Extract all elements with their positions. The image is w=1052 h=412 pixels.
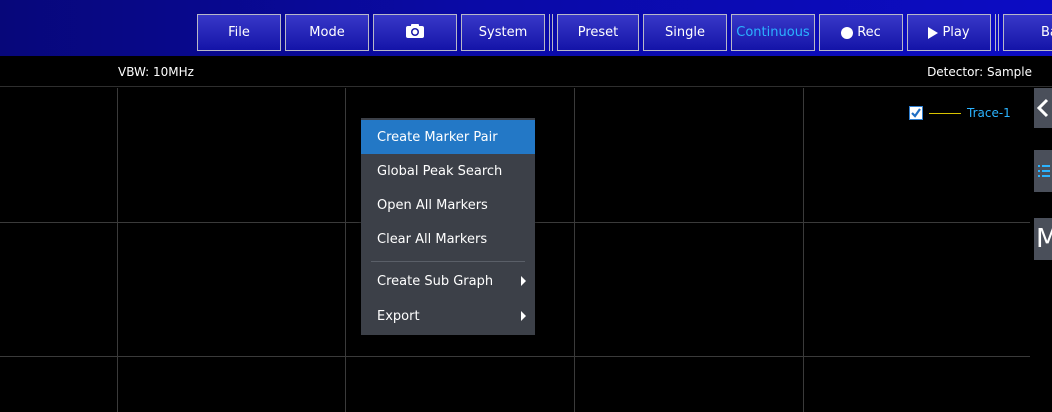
preset-label: Preset [577, 25, 619, 40]
trace-checkbox[interactable] [909, 106, 923, 120]
toolbar: File Mode System Preset Single Continuou… [0, 0, 1052, 56]
grid-line [0, 356, 1030, 357]
preset-button[interactable]: Preset [557, 14, 639, 51]
status-bar: VBW: 10MHz Detector: Sample [0, 59, 1052, 87]
camera-icon [405, 23, 425, 43]
trace-legend: Trace-1 [909, 106, 1011, 120]
context-menu: Create Marker Pair Global Peak Search Op… [361, 118, 535, 335]
checkmark-icon [911, 108, 921, 118]
toolbar-separator [995, 14, 999, 51]
submenu-arrow-icon [521, 311, 526, 321]
marker-tab-label: M [1036, 224, 1052, 254]
screenshot-button[interactable] [373, 14, 457, 51]
continuous-label: Continuous [736, 25, 810, 40]
play-label: Play [942, 25, 970, 40]
menu-item-create-marker-pair[interactable]: Create Marker Pair [361, 120, 535, 154]
system-label: System [478, 25, 528, 40]
system-button[interactable]: System [461, 14, 545, 51]
mode-button[interactable]: Mode [285, 14, 369, 51]
trace-line-swatch [929, 112, 961, 114]
detector-readout: Detector: Sample [927, 65, 1032, 79]
menu-item-global-peak-search[interactable]: Global Peak Search [361, 154, 535, 188]
rec-button[interactable]: Rec [819, 14, 903, 51]
record-dot-icon [841, 26, 854, 39]
grid-line [803, 88, 804, 412]
mode-label: Mode [309, 25, 345, 40]
toolbar-separator [549, 14, 553, 51]
vbw-readout: VBW: 10MHz [118, 65, 194, 79]
continuous-button[interactable]: Continuous [731, 14, 815, 51]
menu-item-clear-all-markers[interactable]: Clear All Markers [361, 222, 535, 256]
grid-line [345, 88, 346, 412]
marker-panel-tab[interactable]: M [1034, 218, 1052, 260]
chevron-left-icon [1036, 98, 1049, 118]
single-button[interactable]: Single [643, 14, 727, 51]
file-label: File [228, 25, 250, 40]
grid-line [574, 88, 575, 412]
menu-item-create-sub-graph[interactable]: Create Sub Graph [361, 264, 535, 298]
basic-button[interactable]: Bas [1003, 14, 1052, 51]
menu-item-export[interactable]: Export [361, 299, 535, 333]
file-button[interactable]: File [197, 14, 281, 51]
trace-label: Trace-1 [967, 106, 1011, 120]
menu-item-open-all-markers[interactable]: Open All Markers [361, 188, 535, 222]
list-panel-tab[interactable] [1034, 150, 1052, 192]
play-button[interactable]: Play [907, 14, 991, 51]
grid-line [117, 88, 118, 412]
single-label: Single [665, 25, 705, 40]
submenu-arrow-icon [521, 276, 526, 286]
menu-separator [371, 261, 525, 262]
collapse-panel-tab[interactable] [1034, 88, 1052, 128]
list-icon [1038, 165, 1050, 177]
rec-label: Rec [857, 25, 881, 40]
play-triangle-icon [928, 26, 939, 39]
basic-label: Bas [1041, 25, 1052, 40]
